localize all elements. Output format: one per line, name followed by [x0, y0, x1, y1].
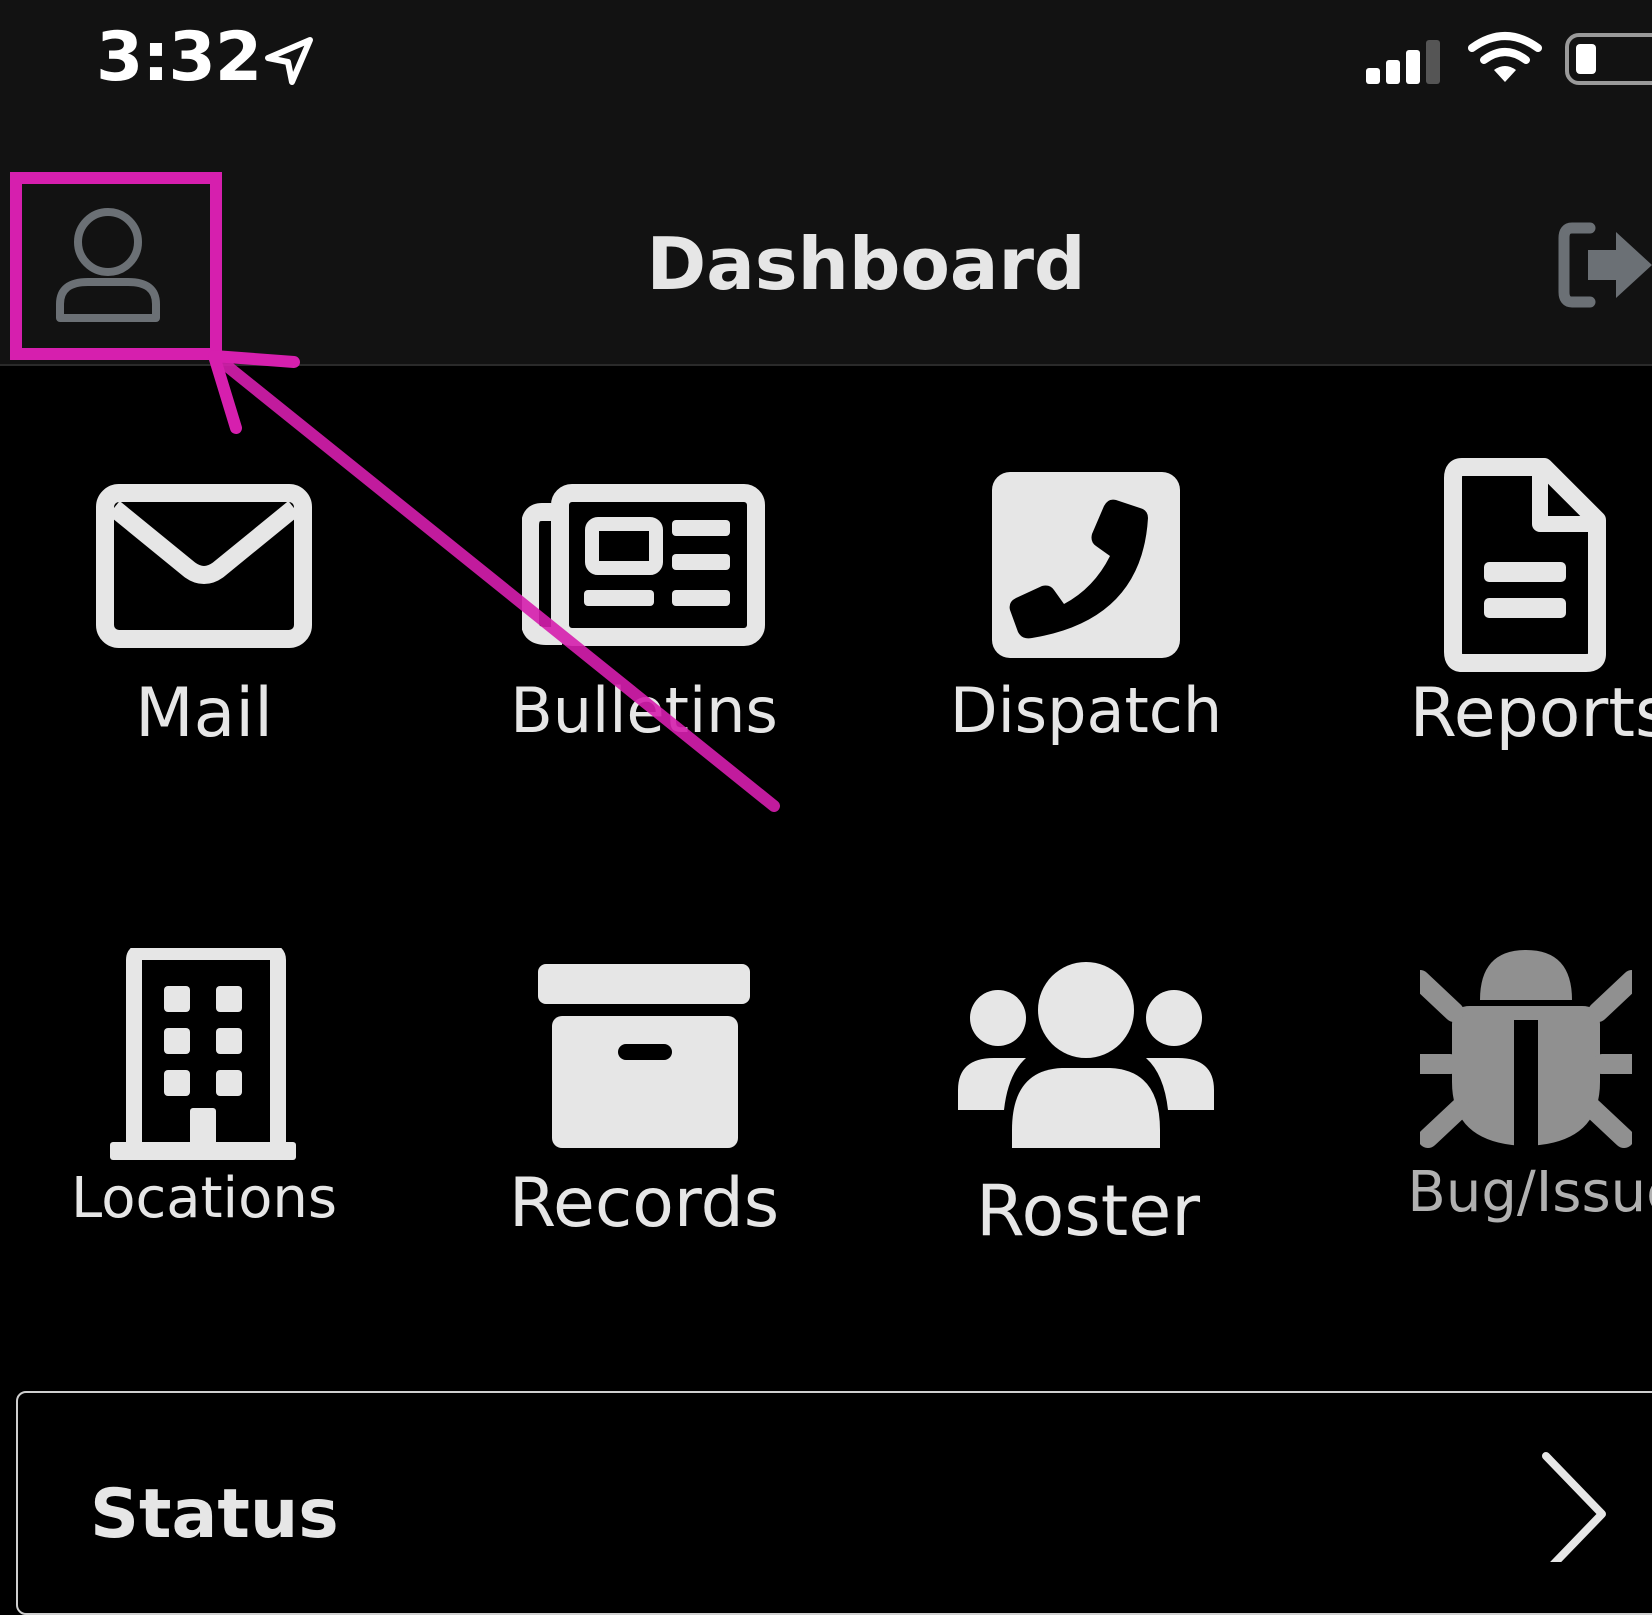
- tile-label-mail: Mail: [134, 674, 274, 753]
- tile-label-dispatch: Dispatch: [949, 674, 1223, 747]
- tile-label-records: Records: [508, 1164, 780, 1243]
- page-title: Dashboard: [646, 222, 1086, 306]
- wifi-icon: [1468, 32, 1542, 82]
- phone-icon[interactable]: [992, 472, 1180, 658]
- tile-label-reports: Reports: [1409, 674, 1652, 753]
- bug-icon[interactable]: [1420, 948, 1632, 1152]
- document-icon[interactable]: [1444, 458, 1606, 672]
- users-icon[interactable]: [958, 962, 1214, 1148]
- tile-label-bulletins: Bulletins: [510, 674, 778, 747]
- envelope-icon[interactable]: [96, 484, 312, 648]
- tile-label-locations: Locations: [70, 1166, 338, 1231]
- battery-icon: [1565, 33, 1652, 85]
- tile-label-roster: Roster: [975, 1170, 1201, 1252]
- archive-box-icon[interactable]: [536, 962, 752, 1150]
- cellular-signal-icon: [1366, 40, 1440, 84]
- location-arrow-icon: [265, 37, 313, 85]
- tile-label-bug-issue: Bug/Issue: [1407, 1160, 1652, 1225]
- status-time: 3:32: [96, 18, 262, 97]
- chevron-right-icon[interactable]: [1538, 1452, 1610, 1562]
- logout-icon[interactable]: [1558, 220, 1652, 312]
- status-title: Status: [90, 1475, 339, 1554]
- building-icon[interactable]: [108, 948, 298, 1162]
- annotation-arrow-head: [208, 350, 300, 434]
- newspaper-icon[interactable]: [522, 484, 766, 646]
